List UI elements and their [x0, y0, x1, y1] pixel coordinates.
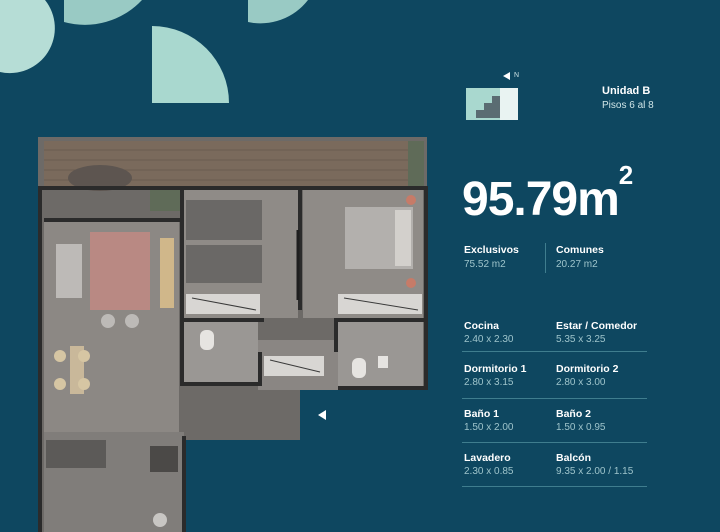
- floor-plan: [38, 137, 428, 532]
- room-name-bedroom-2: Dormitorio 2: [556, 363, 619, 375]
- total-area-exponent: 2: [618, 160, 634, 190]
- compass-label: N: [514, 72, 520, 79]
- room-name-balcony: Balcón: [556, 452, 592, 464]
- nightstand-b: [406, 278, 416, 288]
- room-dims-living: 5.35 x 3.25: [556, 334, 606, 345]
- nightstand-a: [406, 195, 416, 205]
- room-dims-kitchen: 2.40 x 2.30: [464, 334, 514, 345]
- total-area-value: 95.79m: [462, 173, 620, 226]
- room-name-laundry: Lavadero: [464, 452, 511, 464]
- tv-console: [160, 238, 174, 308]
- area-divider: [545, 243, 546, 273]
- row-divider: [462, 486, 647, 487]
- unit-title: Unidad B: [602, 85, 651, 97]
- room-dims-bath-2: 1.50 x 0.95: [556, 422, 606, 433]
- unit-floors: Pisos 6 al 8: [602, 100, 654, 111]
- room-name-bath-1: Baño 1: [464, 408, 500, 420]
- room-name-bedroom-1: Dormitorio 1: [464, 363, 527, 375]
- fridge: [150, 446, 178, 472]
- area-value-common: 20.27 m2: [556, 259, 598, 270]
- room-dims-balcony: 9.35 x 2.00 / 1.15: [556, 466, 634, 477]
- row-divider: [462, 398, 647, 399]
- rug: [90, 232, 150, 310]
- bath-2-floor: [338, 322, 423, 386]
- area-value-exclusive: 75.52 m2: [464, 259, 506, 270]
- bath-1-floor: [183, 322, 258, 386]
- pillow-2: [395, 210, 411, 266]
- sofa: [56, 244, 82, 298]
- compass-north-icon: [503, 72, 510, 80]
- room-dims-bedroom-2: 2.80 x 3.00: [556, 377, 606, 388]
- row-divider: [462, 442, 647, 443]
- row-divider: [462, 351, 647, 352]
- room-name-kitchen: Cocina: [464, 320, 500, 332]
- bed-1-b: [186, 245, 262, 283]
- entrance-arrow-icon: [318, 410, 326, 420]
- room-name-bath-2: Baño 2: [556, 408, 592, 420]
- total-area: 95.79m2: [462, 162, 633, 226]
- bed-1-a: [186, 200, 262, 240]
- planter-right: [408, 141, 424, 186]
- area-label-common: Comunes: [556, 244, 604, 256]
- room-name-living: Estar / Comedor: [556, 320, 638, 332]
- room-dims-bedroom-1: 2.80 x 3.15: [464, 377, 514, 388]
- room-dims-bath-1: 1.50 x 2.00: [464, 422, 514, 433]
- area-label-exclusive: Exclusivos: [464, 244, 519, 256]
- kitchen-counter: [46, 440, 106, 468]
- room-dims-laundry: 2.30 x 0.85: [464, 466, 514, 477]
